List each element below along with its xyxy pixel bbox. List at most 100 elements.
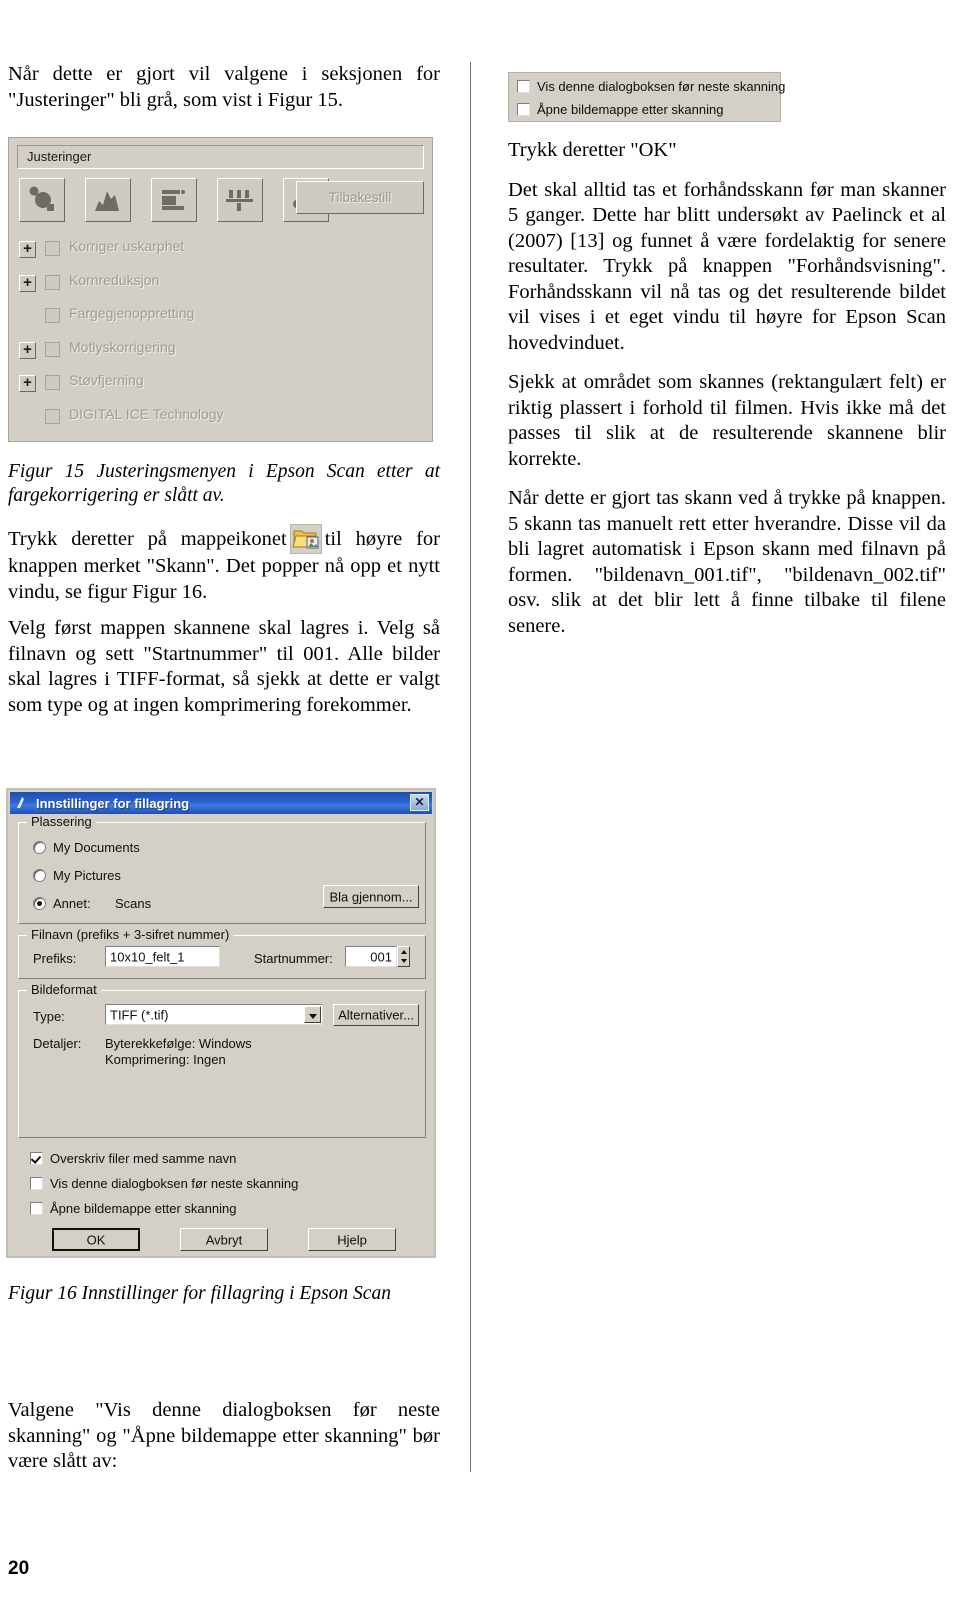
prefix-label: Prefiks: — [33, 951, 77, 966]
prefix-value: 10x10_felt_1 — [110, 949, 185, 964]
justeringer-toolbar: Tilbakestill — [19, 178, 424, 228]
browse-button-label: Bla gjennom... — [329, 889, 413, 904]
checkbox-open-folder-label: Åpne bildemappe etter skanning — [50, 1201, 237, 1216]
left-column: Når dette er gjort vil valgene i seksjon… — [8, 62, 440, 127]
intro-paragraph: Når dette er gjort vil valgene i seksjon… — [8, 63, 440, 111]
tilbakestill-button[interactable]: Tilbakestill — [296, 181, 424, 214]
startnumber-value: 001 — [370, 949, 392, 964]
startnumber-spinner[interactable] — [397, 946, 410, 967]
option-row: Korriger uskarphet — [13, 236, 428, 270]
justeringer-group-header: Justeringer — [17, 145, 424, 169]
radio-annet[interactable] — [33, 897, 46, 910]
document-page: Når dette er gjort vil valgene i seksjon… — [0, 0, 960, 1605]
dialog-title: Innstillinger for fillagring — [36, 795, 190, 811]
expander-plus-icon[interactable] — [19, 273, 36, 292]
prefix-input[interactable]: 10x10_felt_1 — [105, 946, 220, 967]
help-button[interactable]: Hjelp — [308, 1228, 396, 1251]
browse-button[interactable]: Bla gjennom... — [323, 885, 419, 908]
folder-icon-paragraph: Trykk deretter på mappeikonet til høyre f… — [8, 524, 440, 605]
option-label: Støvfjerning — [69, 372, 144, 388]
startnumber-input[interactable]: 001 — [345, 946, 397, 967]
checkbox-show-dialog-crop-label: Vis denne dialogboksen før neste skannin… — [537, 79, 786, 94]
checkbox-open-folder[interactable] — [30, 1202, 43, 1215]
imageformat-groupbox: Bildeformat Type: TIFF (*.tif) Alternati… — [18, 982, 426, 1138]
type-combobox[interactable]: TIFF (*.tif) — [105, 1004, 323, 1025]
cancel-button-label: Avbryt — [205, 1232, 243, 1247]
folder-image-icon — [289, 524, 322, 554]
checkbox-open-folder-crop[interactable] — [517, 103, 530, 116]
checkbox-overwrite-label: Overskriv filer med samme navn — [50, 1151, 237, 1166]
page-number: 20 — [8, 1558, 30, 1579]
tone-correction-icon[interactable] — [151, 178, 197, 222]
option-row: DIGITAL ICE Technology — [13, 404, 428, 438]
figure-16-file-save-settings-dialog: Innstillinger for fillagring ✕ Plasserin… — [6, 788, 436, 1258]
left-column-bottom: Figur 16 Innstillinger for fillagring i … — [8, 1272, 440, 1322]
option-label: Motlyskorrigering — [69, 338, 176, 355]
location-group-label: Plassering — [27, 814, 96, 829]
checkbox-show-dialog-crop[interactable] — [517, 80, 530, 93]
expander-plus-icon[interactable] — [19, 239, 36, 258]
option-label: Korriger uskarphet — [69, 238, 185, 254]
figure-checkbox-crop: Vis denne dialogboksen før neste skannin… — [508, 72, 785, 122]
location-groupbox: Plassering My Documents My Pictures Anne… — [18, 814, 426, 924]
color-adjustment-icon[interactable] — [19, 178, 65, 222]
option-checkbox[interactable] — [45, 408, 60, 424]
ok-button[interactable]: OK — [52, 1228, 140, 1251]
options-button-label: Alternativer... — [338, 1007, 414, 1023]
figure-15-caption: Figur 15 Justeringsmenyen i Epson Scan e… — [8, 461, 440, 506]
justeringer-options-list: Korriger uskarphet Kornreduksjon Fargegj… — [13, 236, 428, 437]
option-checkbox[interactable] — [45, 308, 60, 323]
figure-15-justeringer-panel: Justeringer Tilbakestill + Korriger uska… — [8, 137, 433, 442]
expander-plus-icon[interactable] — [19, 340, 36, 359]
option-checkbox[interactable] — [45, 274, 60, 290]
option-checkbox[interactable] — [45, 341, 60, 357]
option-row: Motlyskorrigering — [13, 337, 428, 371]
location-other-value: Scans — [115, 896, 152, 911]
imageformat-group-label: Bildeformat — [27, 982, 101, 997]
area-paragraph: Sjekk at området som skannes (rektangulæ… — [508, 371, 946, 470]
left-column-closing: Valgene "Vis denne dialogboksen før nest… — [8, 1398, 440, 1489]
cancel-button[interactable]: Avbryt — [180, 1228, 268, 1251]
left-column-mid: Figur 15 Justeringsmenyen i Epson Scan e… — [8, 450, 440, 732]
option-label: DIGITAL ICE Technology — [69, 405, 224, 422]
radio-my-documents[interactable] — [33, 841, 46, 854]
closing-paragraph: Valgene "Vis denne dialogboksen før nest… — [8, 1399, 440, 1472]
radio-annet-label: Annet: — [53, 896, 91, 911]
radio-my-pictures-label: My Pictures — [53, 868, 121, 883]
checkbox-show-dialog[interactable] — [30, 1177, 43, 1190]
options-button[interactable]: Alternativer... — [333, 1004, 419, 1026]
option-checkbox[interactable] — [45, 375, 60, 390]
image-adjustment-icon[interactable] — [217, 178, 263, 222]
histogram-icon[interactable] — [85, 178, 131, 222]
scan-paragraph: Når dette er gjort tas skann ved å trykk… — [508, 487, 946, 637]
chevron-down-icon[interactable] — [304, 1006, 321, 1023]
startnumber-label: Startnummer: — [254, 951, 333, 966]
folder-paragraph-pre: Trykk deretter på mappeikonet — [8, 528, 287, 550]
justeringer-group-label: Justeringer — [27, 149, 92, 164]
checkbox-overwrite[interactable] — [30, 1152, 43, 1165]
option-row: Støvfjerning — [13, 370, 428, 404]
prescan-paragraph: Det skal alltid tas et forhåndsskann før… — [508, 178, 946, 354]
dialog-titlebar: Innstillinger for fillagring ✕ — [10, 792, 432, 814]
right-column: Trykk deretter "OK" Det skal alltid tas … — [508, 138, 946, 653]
help-button-label: Hjelp — [337, 1232, 367, 1247]
option-row: Kornreduksjon — [13, 270, 428, 304]
filename-groupbox: Filnavn (prefiks + 3-sifret nummer) Pref… — [18, 927, 426, 979]
option-row: Fargegjenoppretting — [13, 303, 428, 337]
radio-my-pictures[interactable] — [33, 869, 46, 882]
details-line-2: Komprimering: Ingen — [105, 1052, 226, 1067]
column-divider — [470, 62, 471, 1472]
type-value: TIFF (*.tif) — [110, 1007, 169, 1022]
option-label: Kornreduksjon — [69, 271, 160, 288]
filename-paragraph: Velg først mappen skannene skal lagres i… — [8, 617, 440, 716]
type-label: Type: — [33, 1009, 65, 1024]
details-line-1: Byterekkefølge: Windows — [105, 1036, 252, 1051]
figure-16-caption: Figur 16 Innstillinger for fillagring i … — [8, 1283, 391, 1304]
ok-button-label: OK — [86, 1232, 106, 1247]
details-label: Detaljer: — [33, 1036, 82, 1051]
option-checkbox[interactable] — [45, 241, 60, 256]
checkbox-open-folder-crop-label: Åpne bildemappe etter skanning — [537, 102, 724, 117]
expander-plus-icon[interactable] — [19, 373, 36, 392]
close-icon[interactable]: ✕ — [410, 794, 429, 811]
filename-group-label: Filnavn (prefiks + 3-sifret nummer) — [27, 927, 234, 942]
